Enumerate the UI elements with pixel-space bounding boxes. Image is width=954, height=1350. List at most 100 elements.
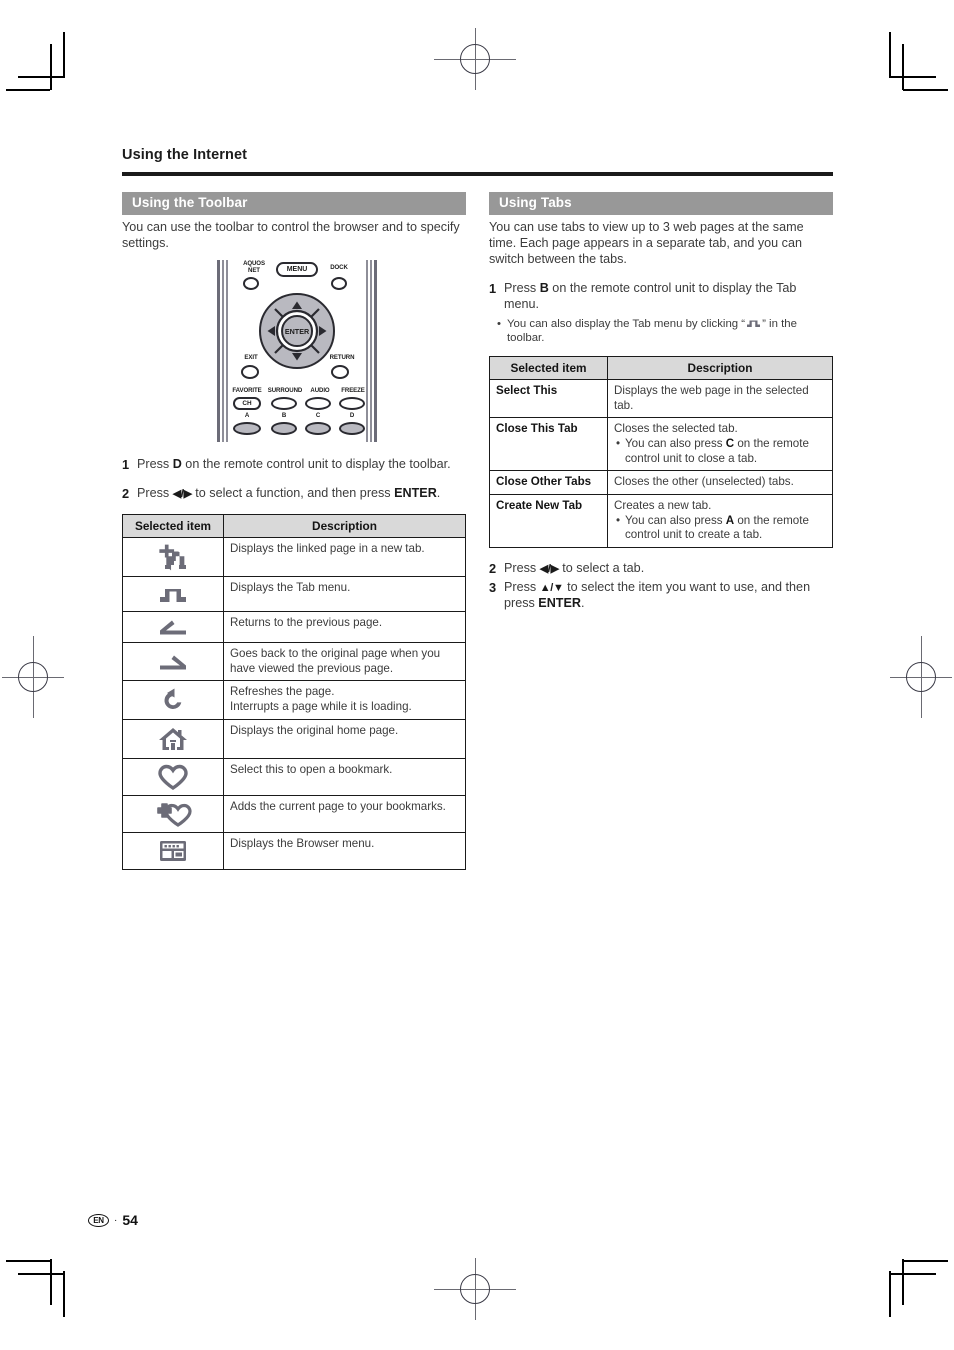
right-step-1-key: B: [539, 281, 549, 296]
bookmark-heart-icon-cell: [122, 758, 224, 797]
remote-left-rail-2: [222, 260, 224, 443]
table-row[interactable]: Select this to open a bookmark.: [122, 758, 466, 797]
right-step-3-text: Press ▲/▼ to select the item you want to…: [504, 579, 811, 610]
row-item-label: Close Other Tabs: [489, 470, 608, 495]
color-c-button[interactable]: [305, 422, 331, 436]
favorite-label: FAVORITE: [232, 387, 262, 395]
forward-arrow-icon-cell: [122, 642, 224, 682]
table-row[interactable]: Close This Tab Closes the selected tab. …: [489, 417, 833, 472]
audio-button[interactable]: [305, 397, 331, 411]
color-a-label: A: [244, 412, 250, 420]
table-row[interactable]: Displays the Browser menu.: [122, 832, 466, 871]
dpad-right-icon: [319, 326, 327, 337]
title-rule: [122, 172, 833, 176]
row-description: Displays the linked page in a new tab.: [223, 537, 466, 578]
page-footer: EN · 54: [88, 1212, 138, 1228]
browser-menu-icon: [160, 841, 186, 862]
dpad-left-icon: [267, 326, 275, 337]
right-step-3-number: 3: [489, 579, 497, 595]
exit-label: EXIT: [244, 354, 258, 362]
manual-page: Using the Internet Using the Toolbar You…: [0, 0, 954, 1350]
header-description: Description: [607, 356, 833, 381]
row-bullet-text: You can also press A on the remote contr…: [625, 513, 809, 542]
language-badge: EN: [88, 1213, 109, 1227]
return-button[interactable]: [331, 365, 349, 380]
color-d-button[interactable]: [339, 422, 365, 436]
color-b-button[interactable]: [271, 422, 297, 436]
tab-menu-icon-cell: [122, 576, 224, 613]
row-item-label: Select This: [489, 379, 608, 419]
table-row[interactable]: Goes back to the original page when you …: [122, 642, 466, 682]
footer-separator: ·: [114, 1214, 118, 1226]
left-step-1-number: 1: [122, 457, 130, 473]
table-row[interactable]: Select This Displays the web page in the…: [489, 379, 833, 419]
right-step-3: 3 Press ▲/▼ to select the item you want …: [489, 580, 833, 612]
remote-control-illustration: AQUOS NET MENU DOCK ENTER EXIT RETURN FA…: [122, 258, 466, 444]
dock-label: DOCK: [330, 264, 348, 272]
right-step-1-bullet: • You can also display the Tab menu by c…: [489, 317, 833, 346]
color-a-button[interactable]: [233, 422, 261, 436]
aquos-net-button[interactable]: [243, 277, 259, 291]
menu-button[interactable]: MENU: [276, 262, 318, 278]
dpad-up-icon: [292, 301, 302, 310]
right-step-2-text: Press ◀/▶ to select a tab.: [504, 560, 645, 575]
freeze-button[interactable]: [339, 397, 365, 411]
left-step-1: 1 Press D on the remote control unit to …: [122, 457, 466, 473]
color-d-label: D: [349, 412, 355, 420]
row-description: Refreshes the page. Interrupts a page wh…: [223, 680, 466, 721]
header-selected-item: Selected item: [489, 356, 608, 381]
right-column: Using Tabs You can use tabs to view up t…: [489, 192, 833, 611]
table-row[interactable]: Adds the current page to your bookmarks.: [122, 795, 466, 834]
left-step-2-enter-key: ENTER: [394, 486, 437, 501]
page-title: Using the Internet: [122, 147, 248, 163]
table-row[interactable]: Refreshes the page. Interrupts a page wh…: [122, 680, 466, 721]
tab-menu-icon: [747, 320, 761, 327]
exit-button[interactable]: [241, 365, 259, 380]
audio-label: AUDIO: [310, 387, 330, 395]
row-description-main: Creates a new tab.: [614, 498, 712, 512]
row-description: Displays the original home page.: [223, 719, 466, 760]
left-step-1-key: D: [172, 457, 182, 472]
remote-left-rail-3: [226, 260, 228, 443]
freeze-label: FREEZE: [341, 387, 365, 395]
table-row[interactable]: Returns to the previous page.: [122, 611, 466, 644]
right-step-1-bullet-text: You can also display the Tab menu by cli…: [507, 317, 797, 345]
row-description: Closes the other (unselected) tabs.: [607, 470, 833, 495]
right-step-2-number: 2: [489, 560, 497, 576]
forward-arrow-icon: [160, 655, 186, 670]
home-icon-cell: [122, 719, 224, 760]
row-description: Displays the Tab menu.: [223, 576, 466, 613]
return-label: RETURN: [329, 354, 355, 362]
browser-menu-icon-cell: [122, 832, 224, 871]
row-description: Goes back to the original page when you …: [223, 642, 466, 682]
back-arrow-icon-cell: [122, 611, 224, 644]
row-bullet-key: A: [725, 513, 735, 527]
right-step-3-enter-key: ENTER: [538, 595, 581, 610]
table-row[interactable]: Create New Tab Creates a new tab. • You …: [489, 493, 833, 548]
refresh-icon-cell: [122, 680, 224, 721]
table-row[interactable]: Close Other Tabs Closes the other (unsel…: [489, 470, 833, 495]
up-down-arrows-icon: ▲/▼: [539, 581, 564, 594]
table-row[interactable]: Displays the linked page in a new tab.: [122, 537, 466, 578]
dock-button[interactable]: [331, 277, 347, 291]
table-header-row: Selected item Description: [122, 514, 466, 539]
row-description: Displays the web page in the selected ta…: [607, 379, 833, 419]
bookmark-heart-icon: [158, 764, 188, 791]
left-right-arrows-icon: ◀/▶: [172, 488, 192, 501]
table-row[interactable]: Displays the original home page.: [122, 719, 466, 760]
tab-menu-table: Selected item Description Select This Di…: [489, 356, 833, 548]
surround-button[interactable]: [271, 397, 297, 411]
row-bullet-key: C: [725, 437, 735, 451]
row-bullet: • You can also press A on the remote con…: [614, 514, 826, 543]
table-row[interactable]: Displays the Tab menu.: [122, 576, 466, 613]
remote-right-rail-2: [370, 260, 372, 443]
header-description: Description: [223, 514, 466, 539]
left-column: Using the Toolbar You can use the toolba…: [122, 192, 466, 871]
right-step-1-text: Press B on the remote control unit to di…: [504, 281, 797, 311]
dpad-down-icon: [292, 353, 302, 361]
page-number: 54: [122, 1212, 138, 1228]
tab-menu-icon: [160, 589, 186, 603]
favorite-ch-button[interactable]: CH: [233, 397, 261, 411]
section-header-using-the-toolbar: Using the Toolbar: [122, 192, 466, 216]
row-description-main: Closes the selected tab.: [614, 422, 738, 436]
